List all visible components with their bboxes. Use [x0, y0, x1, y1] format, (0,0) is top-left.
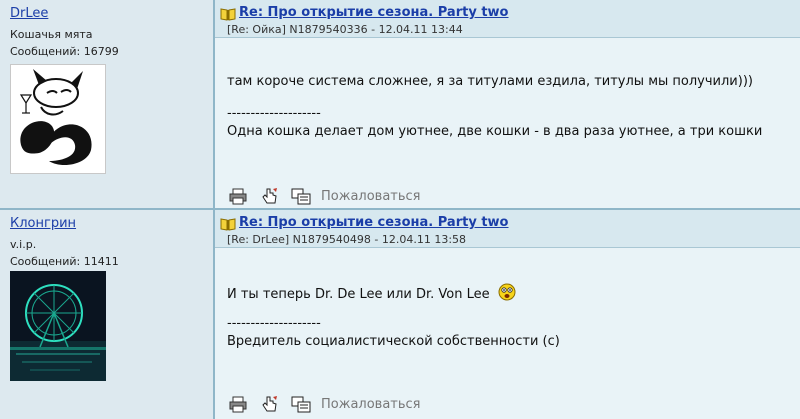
quote-hand-icon[interactable]	[261, 395, 279, 413]
author-name-link[interactable]: Клонгрин	[10, 216, 76, 231]
signature-text: Вредитель социалистической собственности…	[227, 334, 560, 349]
post-body: Re: Про открытие сезона. Party two [Re: …	[215, 0, 800, 210]
report-link[interactable]: Пожаловаться	[321, 397, 421, 412]
ferris-wheel-avatar	[10, 271, 106, 381]
reply-icon[interactable]	[291, 187, 311, 205]
post-toolbar: Пожаловаться	[229, 187, 529, 205]
post-text: там короче система сложнее, я за титулам…	[227, 74, 753, 89]
quote-hand-icon[interactable]	[261, 187, 279, 205]
post-body: Re: Про открытие сезона. Party two [Re: …	[215, 210, 800, 419]
forum-post: Клонгрин v.i.p. Сообщений: 11411 Re: Про…	[0, 210, 800, 419]
post-header: Re: Про открытие сезона. Party two [Re: …	[215, 210, 800, 248]
author-status: v.i.p.	[10, 238, 37, 251]
report-link[interactable]: Пожаловаться	[321, 189, 421, 204]
smiley-icon	[498, 283, 516, 301]
post-header: Re: Про открытие сезона. Party two [Re: …	[215, 0, 800, 38]
forum-post: DrLee Кошачья мята Сообщений: 16799 Re: …	[0, 0, 800, 210]
post-meta: [Re: Ойка] N1879540336 - 12.04.11 13:44	[227, 23, 463, 36]
print-icon[interactable]	[229, 187, 247, 205]
author-name-link[interactable]: DrLee	[10, 6, 48, 21]
cat-avatar	[10, 64, 106, 174]
author-status: Кошачья мята	[10, 28, 93, 41]
author-post-count: Сообщений: 11411	[10, 255, 119, 268]
signature-text: Одна кошка делает дом уютнее, две кошки …	[227, 124, 763, 139]
print-icon[interactable]	[229, 395, 247, 413]
author-panel: DrLee Кошачья мята Сообщений: 16799	[0, 0, 213, 210]
post-text: И ты теперь Dr. De Lee или Dr. Von Lee	[227, 287, 490, 302]
signature-divider: --------------------	[227, 316, 321, 331]
reply-icon[interactable]	[291, 395, 311, 413]
book-icon	[220, 6, 236, 21]
post-title-link[interactable]: Re: Про открытие сезона. Party two	[239, 215, 509, 230]
post-meta: [Re: DrLee] N1879540498 - 12.04.11 13:58	[227, 233, 467, 246]
post-text-line: И ты теперь Dr. De Lee или Dr. Von Lee	[227, 283, 516, 302]
post-toolbar: Пожаловаться	[229, 395, 529, 413]
post-title-link[interactable]: Re: Про открытие сезона. Party two	[239, 5, 509, 20]
signature-divider: --------------------	[227, 106, 321, 121]
author-post-count: Сообщений: 16799	[10, 45, 119, 58]
book-icon	[220, 216, 236, 231]
